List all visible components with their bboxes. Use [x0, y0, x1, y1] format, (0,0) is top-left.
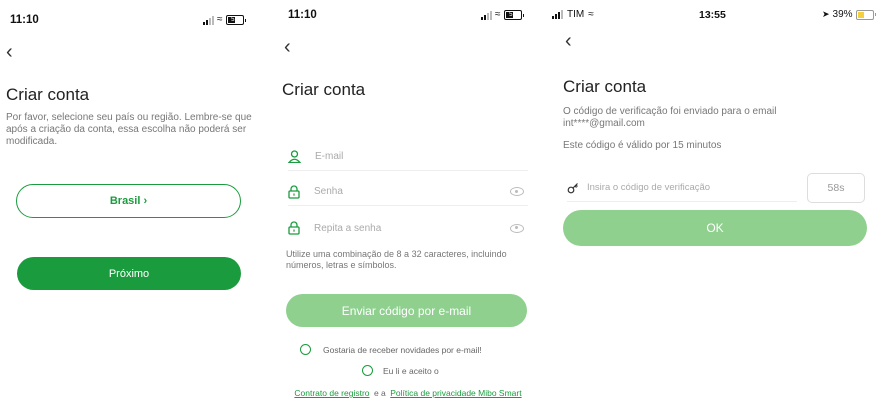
key-icon	[567, 183, 578, 194]
signal-icon	[481, 10, 492, 20]
location-arrow-icon: ➤	[822, 9, 830, 19]
status-icons: ≈ 51	[203, 15, 246, 25]
country-description: Por favor, selecione seu país ou região.…	[6, 112, 252, 147]
screen-country-select: 11:10 ≈ 51 ‹ Criar conta Por favor, sele…	[0, 0, 276, 408]
password-field[interactable]: Senha	[288, 178, 528, 206]
newsletter-option[interactable]: Gostaria de receber novidades por e-mail…	[300, 344, 482, 355]
screen-registration-form: 11:10 ≈ 51 ‹ Criar conta E-mail Senha Re…	[276, 0, 540, 408]
status-time: 13:55	[699, 9, 726, 21]
battery-icon: 51	[503, 10, 524, 20]
wifi-icon: ≈	[588, 8, 594, 20]
back-button[interactable]: ‹	[565, 31, 572, 51]
resend-countdown-button[interactable]: 58s	[807, 173, 865, 203]
accept-option[interactable]: Eu li e aceito o	[362, 365, 439, 376]
lock-icon	[288, 221, 300, 235]
wifi-icon: ≈	[217, 14, 223, 25]
repeat-password-field[interactable]: Repita a senha	[288, 214, 528, 242]
page-title: Criar conta	[6, 85, 90, 104]
status-icons: ≈ 51	[481, 10, 524, 20]
chevron-left-icon: ‹	[565, 30, 572, 52]
eye-icon[interactable]	[510, 187, 524, 196]
page-title: Criar conta	[282, 80, 366, 99]
email-placeholder: E-mail	[315, 151, 344, 162]
chevron-left-icon: ‹	[284, 36, 291, 58]
legal-links: Contrato de registro e a Política de pri…	[286, 387, 530, 398]
eye-icon[interactable]	[510, 223, 524, 233]
user-icon	[288, 150, 301, 163]
code-placeholder: Insira o código de verificação	[587, 182, 711, 193]
verification-message: O código de verificação foi enviado para…	[563, 106, 777, 129]
back-button[interactable]: ‹	[284, 37, 291, 57]
send-code-button[interactable]: Enviar código por e-mail	[286, 294, 527, 327]
battery-icon: 51	[225, 15, 246, 25]
password-hint: Utilize uma combinação de 8 a 32 caracte…	[286, 249, 507, 270]
back-button[interactable]: ‹	[6, 42, 13, 62]
wifi-icon: ≈	[495, 9, 501, 20]
page-title: Criar conta	[563, 77, 647, 96]
legal-conjunction: e a	[373, 388, 386, 398]
signal-icon	[552, 10, 563, 19]
status-time: 11:10	[10, 14, 39, 26]
newsletter-label: Gostaria de receber novidades por e-mail…	[323, 344, 482, 355]
next-button[interactable]: Próximo	[17, 257, 241, 290]
status-icons: ➤ 39%	[822, 9, 877, 20]
carrier-name: TIM	[567, 9, 585, 20]
contract-link[interactable]: Contrato de registro	[294, 388, 369, 398]
battery-icon	[855, 9, 877, 20]
lock-icon	[288, 184, 300, 199]
password-placeholder: Senha	[314, 186, 343, 197]
status-carrier: TIM ≈	[552, 9, 594, 20]
code-validity: Este código é válido por 15 minutos	[563, 140, 722, 151]
accept-radio[interactable]	[362, 365, 373, 376]
country-select-button[interactable]: Brasil ›	[16, 184, 241, 218]
email-field[interactable]: E-mail	[288, 143, 528, 171]
status-time: 11:10	[288, 9, 317, 21]
chevron-left-icon: ‹	[6, 41, 13, 63]
screen-verification: TIM ≈ 13:55 ➤ 39% ‹ Criar conta O código…	[540, 0, 879, 408]
code-field[interactable]: Insira o código de verificação	[567, 174, 797, 202]
ok-button[interactable]: OK	[563, 210, 867, 246]
newsletter-radio[interactable]	[300, 344, 311, 355]
signal-icon	[203, 15, 214, 25]
repeat-password-placeholder: Repita a senha	[314, 222, 382, 234]
privacy-link[interactable]: Política de privacidade Mibo Smart	[390, 388, 521, 398]
battery-percent: 39%	[832, 9, 853, 20]
accept-label: Eu li e aceito o	[383, 365, 439, 376]
